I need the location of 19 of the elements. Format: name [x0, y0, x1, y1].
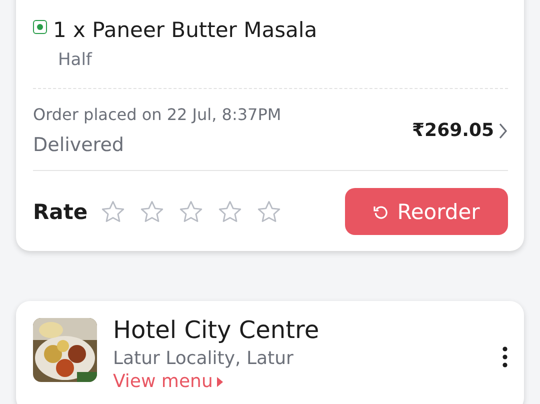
- rate-label: Rate: [33, 200, 88, 224]
- restaurant-location: Latur Locality, Latur: [113, 348, 294, 369]
- reorder-button[interactable]: Reorder: [345, 188, 508, 235]
- caret-icon: [216, 376, 223, 386]
- refresh-icon: [373, 204, 390, 220]
- star-icon[interactable]: [178, 198, 204, 224]
- star-icon[interactable]: [256, 198, 282, 224]
- restaurant-name: Hotel City Centre: [113, 316, 320, 344]
- star-icon[interactable]: [138, 198, 165, 224]
- star-icon[interactable]: [216, 198, 243, 224]
- star-icon[interactable]: [100, 198, 126, 224]
- order-total: ₹269.05: [412, 120, 494, 141]
- more-icon[interactable]: [502, 346, 508, 368]
- order-date: Order placed on 22 Jul, 8:37PM: [33, 105, 282, 124]
- item-name: 1 x Paneer Butter Masala: [53, 18, 318, 42]
- item-variant: Half: [58, 50, 94, 70]
- chevron-right-icon[interactable]: [498, 122, 508, 140]
- view-menu-link[interactable]: View menu: [113, 371, 486, 392]
- order-status: Delivered: [33, 134, 125, 156]
